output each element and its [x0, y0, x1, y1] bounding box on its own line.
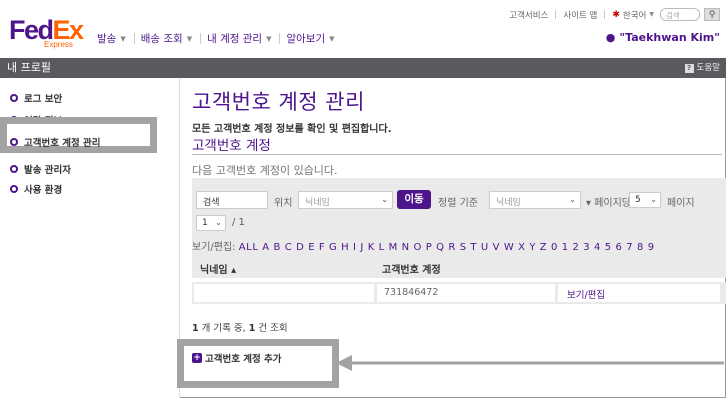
user-name: "Taekhwan Kim": [619, 31, 720, 44]
sidebar: 로그 보안 연락 정보 고객번호 계정 관리 발송 관리자 사용 환경: [0, 78, 180, 398]
help-label: 도움말: [696, 63, 720, 73]
section-title: 고객번호 계정: [192, 138, 271, 154]
sidebar-item-login-security[interactable]: 로그 보안: [10, 91, 62, 105]
page-total: / 1: [232, 217, 245, 228]
nav-divider: [133, 33, 135, 44]
nav-divider: [200, 33, 202, 44]
chevron-down-icon: ⌄: [569, 195, 576, 204]
bullet-icon: [10, 165, 18, 173]
header: FedEx Express 발송 ▼ 배송 조회 ▼ 내 계정 관리 ▼ 알아보기 ▼ …: [0, 0, 726, 58]
add-account-label: 고객번호 계정 추가: [205, 354, 282, 365]
nav-label: 배송 조회: [140, 33, 183, 45]
page-label: 페이지: [667, 198, 695, 209]
nav-item-account[interactable]: 내 계정 관리 ▼: [207, 31, 271, 46]
page-value: 1: [202, 218, 208, 228]
sidebar-item-preferences[interactable]: 사용 환경: [10, 182, 62, 196]
page-description: 모든 고객번호 계정 정보를 확인 및 편집합니다.: [192, 124, 392, 135]
sidebar-item-account-management[interactable]: 고객번호 계정 관리: [10, 135, 101, 149]
search-icon[interactable]: ⚲: [704, 8, 720, 21]
utility-bar: 고객서비스 사이트 맵 ✱ 한국어 ▼ 검색 ⚲: [509, 8, 720, 21]
sort-select[interactable]: 닉네임 ⌄: [489, 191, 581, 209]
plus-icon: +: [192, 353, 202, 363]
sidebar-item-label: 로그 보안: [24, 94, 63, 105]
site-map-link[interactable]: 사이트 맵: [563, 9, 597, 21]
user-icon: ●: [605, 31, 616, 44]
main-content: 고객번호 계정 관리 모든 고객번호 계정 정보를 확인 및 편집합니다. 고객…: [177, 78, 726, 398]
result-shown-suffix: 건 조회: [255, 323, 288, 334]
column-header-nickname[interactable]: 닉네임 ▴: [200, 261, 236, 276]
result-count: 1: [192, 323, 199, 334]
chevron-down-icon: ▼: [329, 34, 335, 43]
cell-account-number: 731846472: [384, 287, 439, 298]
chevron-down-icon: ⌄: [650, 195, 657, 204]
language-selector[interactable]: 한국어: [623, 9, 646, 21]
customer-service-link[interactable]: 고객서비스: [509, 9, 548, 21]
site-search-input[interactable]: 검색: [660, 8, 700, 21]
table-header: 닉네임 ▴ 고객번호 계정: [192, 254, 726, 280]
page-section-title: 내 프로필: [7, 61, 51, 74]
top-navigation: 발송 ▼ 배송 조회 ▼ 내 계정 관리 ▼ 알아보기 ▼: [97, 31, 341, 46]
nav-label: 알아보기: [286, 33, 326, 45]
nav-label: 발송: [97, 33, 117, 45]
help-link[interactable]: ? 도움말: [684, 58, 720, 78]
sidebar-item-label: 사용 환경: [24, 185, 63, 196]
annotation-arrow-icon: [336, 355, 724, 371]
chevron-down-icon: ▼: [266, 34, 272, 43]
nav-item-learn[interactable]: 알아보기 ▼: [286, 31, 334, 46]
sort-label: 정렬 기준: [438, 198, 478, 209]
bullet-icon: [10, 185, 18, 193]
nav-item-ship[interactable]: 발송 ▼: [97, 31, 126, 46]
util-divider: [555, 10, 557, 19]
help-icon: ?: [684, 63, 694, 73]
per-page-value: 5: [635, 195, 641, 205]
position-select[interactable]: 닉네임 ⌄: [298, 191, 393, 209]
nav-label: 내 계정 관리: [207, 33, 263, 45]
chevron-down-icon: ▼: [649, 11, 654, 18]
position-select-value: 닉네임: [305, 198, 330, 208]
add-account-button[interactable]: + 고객번호 계정 추가: [192, 351, 282, 365]
chevron-down-icon: ▼: [120, 34, 126, 43]
view-edit-link[interactable]: 보기/편집: [567, 287, 605, 301]
bullet-icon: [10, 138, 18, 146]
sidebar-item-label: 고객번호 계정 관리: [24, 138, 101, 149]
sort-select-value: 닉네임: [496, 198, 521, 208]
util-divider: [604, 10, 606, 19]
nav-item-track[interactable]: 배송 조회 ▼: [141, 31, 192, 46]
profile-titlebar: 내 프로필 ? 도움말: [0, 58, 726, 78]
logo-subtitle: Express: [44, 40, 73, 49]
result-count-suffix: 개 기록 중,: [198, 323, 249, 334]
position-label: 위치: [274, 198, 293, 209]
search-input[interactable]: 검색: [196, 191, 268, 209]
chevron-down-icon: ⌄: [381, 195, 388, 204]
bullet-icon: [10, 94, 18, 102]
per-page-label-text: 페이지당: [594, 198, 632, 209]
korea-flag-icon: ✱: [612, 9, 620, 20]
sidebar-item-label: 발송 관리자: [24, 165, 72, 176]
sidebar-item-shipping-admin[interactable]: 발송 관리자: [10, 162, 71, 176]
per-page-label: ▾ 페이지당: [586, 198, 632, 209]
divider: [192, 154, 722, 155]
cell-nickname-box: [194, 284, 374, 302]
chevron-down-icon: ▼: [186, 34, 193, 43]
nav-divider: [279, 33, 281, 44]
column-header-account: 고객번호 계정: [382, 265, 441, 276]
alphabet-filter-label: 보기/편집:: [192, 242, 236, 253]
go-button[interactable]: 이동: [397, 190, 431, 209]
page-select[interactable]: 1 ⌄: [196, 215, 226, 231]
result-info: 1 개 기록 중, 1 건 조회: [192, 320, 288, 334]
account-count-text: 다음 고객번호 계정이 있습니다.: [192, 164, 338, 177]
page-title: 고객번호 계정 관리: [192, 90, 365, 114]
chevron-down-icon: ⌄: [215, 218, 222, 227]
table-row: 731846472 보기/편집: [192, 282, 726, 304]
per-page-select[interactable]: 5 ⌄: [629, 192, 661, 208]
user-menu[interactable]: ● "Taekhwan Kim": [606, 31, 720, 44]
alphabet-letters[interactable]: ALL A B C D E F G H I J K L M N O P Q R …: [239, 242, 655, 253]
alphabet-filter: 보기/편집: ALL A B C D E F G H I J K L M N O…: [192, 238, 655, 253]
